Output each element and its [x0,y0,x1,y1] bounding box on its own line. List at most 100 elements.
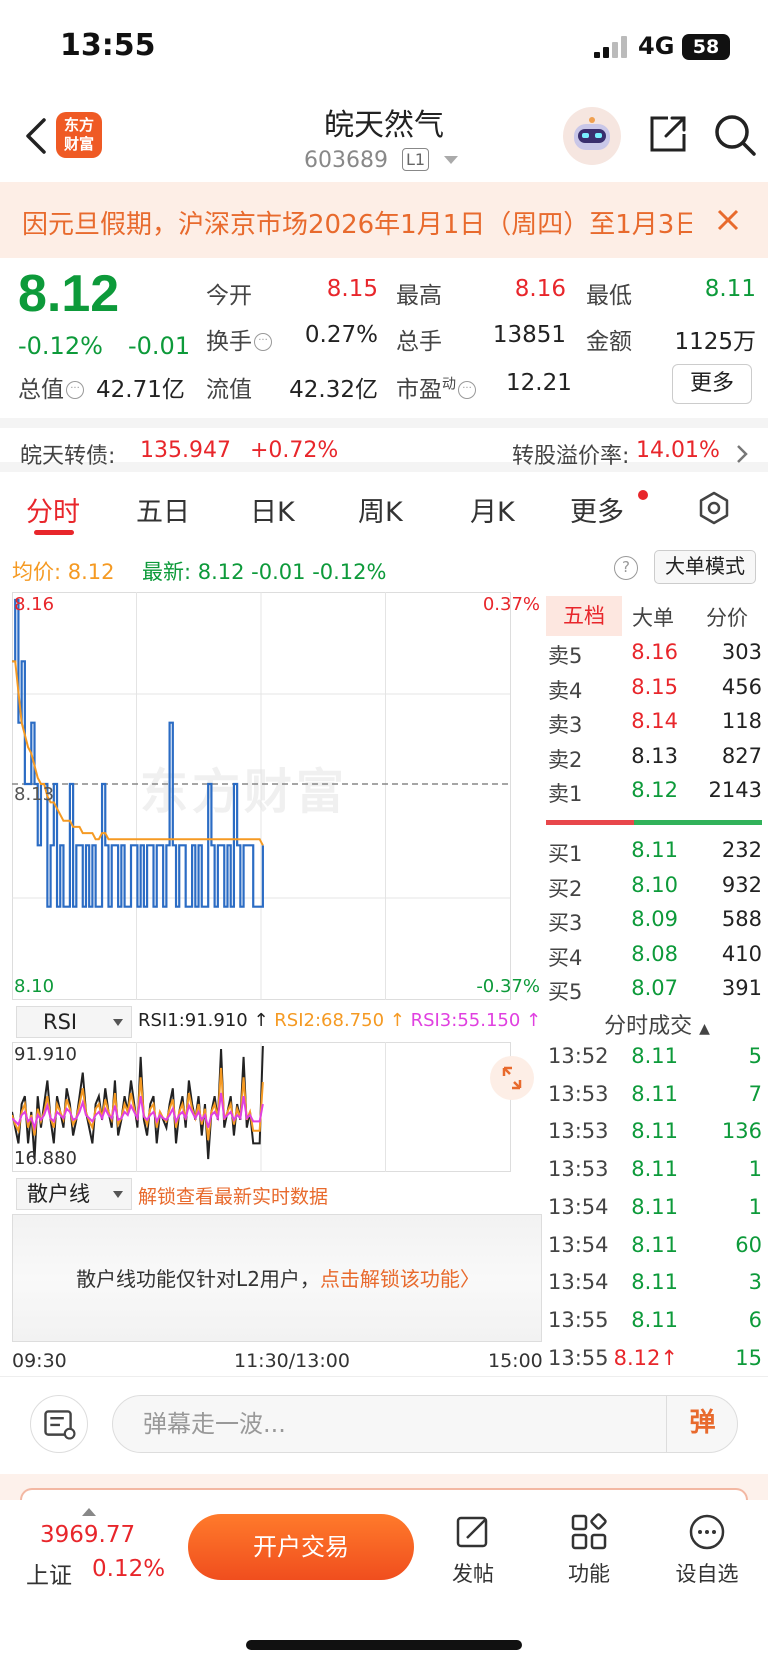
holiday-notice-banner[interactable]: 因元旦假期，沪深京市场2026年1月1日（周四）至1月3日 [0,182,768,258]
tab-intraday[interactable]: 分时 [26,490,80,529]
ask-row[interactable]: 卖1 8.12 2143 [548,778,762,812]
retail-line-select[interactable]: 散户线 [16,1178,132,1210]
tick-price: 8.11 [631,1307,678,1332]
ticks-header[interactable]: 分时成交 ▲ [546,1008,768,1040]
tab-five-day[interactable]: 五日 [136,490,190,529]
tab-more[interactable]: 更多 [570,490,624,529]
ask-volume: 456 [721,674,762,699]
index-change[interactable]: 0.12% [92,1556,165,1582]
chevron-down-icon [113,1019,123,1026]
tab-daily-k[interactable]: 日K [250,490,295,529]
unlock-realtime-link[interactable]: 解锁查看最新实时数据 [138,1182,328,1209]
bid-price: 8.08 [631,941,678,966]
more-button[interactable]: 更多 [672,364,752,404]
nav-add-watchlist[interactable]: 设自选 [662,1512,752,1588]
bid-row[interactable]: 买1 8.11 232 [548,838,762,872]
unlock-feature-link[interactable]: 点击解锁该功能〉 [320,1267,480,1291]
ask-price: 8.14 [631,709,678,733]
float-value-label: 流值 [206,377,252,403]
ask-price: 8.13 [631,743,678,768]
ask-label: 卖5 [548,644,583,668]
tick-time: 13:53 [548,1157,609,1182]
tick-time: 13:54 [548,1194,609,1219]
intraday-chart[interactable]: 东方财富 8.16 8.13 8.10 0.37% -0.37% [12,592,542,1000]
tick-price: 8.12↑ [613,1345,678,1370]
tab-weekly-k[interactable]: 周K [358,490,403,529]
bid-row[interactable]: 买2 8.10 932 [548,873,762,907]
current-price: 8.12 [18,265,120,323]
danmaku-input[interactable]: 弹幕走一波... [112,1395,738,1453]
bid-label: 买3 [548,911,583,935]
bid-row[interactable]: 买4 8.08 410 [548,942,762,976]
tick-time: 13:54 [548,1232,609,1257]
help-icon[interactable]: ? [614,556,638,580]
info-icon[interactable]: ··· [458,381,476,399]
tab-five-levels[interactable]: 五档 [546,596,622,636]
tick-price: 8.11 [631,1157,678,1182]
ask-volume: 827 [721,743,762,768]
danmaku-send-button[interactable]: 弹 [666,1395,738,1453]
bid-volume: 932 [721,872,762,897]
turnover-label: 换手 ··· [206,322,272,356]
tab-big-orders[interactable]: 大单 [632,602,674,632]
big-order-mode-button[interactable]: 大单模式 [654,550,756,584]
convertible-bond-row[interactable]: 皖天转债: 135.947 +0.72% 转股溢价率: 14.01% [0,418,768,472]
bid-label: 买5 [548,980,583,1004]
index-value[interactable]: 3969.77 [40,1522,135,1548]
rsi-values: RSI1:91.910 ↑ RSI2:68.750 ↑ RSI3:55.150 … [138,1010,542,1031]
expand-icon[interactable] [490,1056,534,1100]
y-min-label: 8.10 [14,976,55,997]
bid-row[interactable]: 买5 8.07 391 [548,976,762,1010]
low-value: 8.11 [704,276,756,302]
ask-row[interactable]: 卖2 8.13 827 [548,744,762,778]
amount-value: 1125万 [674,329,756,355]
ask-label: 卖3 [548,713,583,737]
volume-value: 13851 [492,322,566,348]
open-account-trade-button[interactable]: 开户交易 [188,1514,414,1580]
orderbook-tabs: 五档 大单 分价 [546,596,768,636]
bond-premium: 14.01% [636,438,720,463]
tab-monthly-k[interactable]: 月K [470,490,515,529]
tab-active-indicator [34,530,74,535]
ask-price: 8.16 [631,640,678,664]
stock-code[interactable]: 603689 [304,148,388,173]
signal-icon [594,36,628,58]
ask-label: 卖4 [548,678,583,703]
bid-row[interactable]: 买3 8.09 588 [548,907,762,941]
indicator-select[interactable]: RSI [16,1006,132,1038]
close-icon[interactable] [712,204,744,236]
ask-row[interactable]: 卖5 8.16 303 [548,640,762,674]
nav-post[interactable]: 发帖 [428,1512,518,1588]
tab-price-distribution[interactable]: 分价 [706,602,748,632]
gear-icon[interactable] [696,490,732,526]
rsi-chart[interactable]: 91.910 16.880 [12,1042,542,1172]
amount-label: 金额 [586,329,632,355]
tick-price: 8.11 [631,1270,678,1295]
notification-dot [638,490,648,500]
chevron-down-icon[interactable] [444,156,458,164]
bond-change: +0.72% [250,438,339,463]
total-value: 42.71亿 [96,377,185,403]
buy-volume-bar [634,820,762,825]
bid-price: 8.09 [631,907,678,931]
info-icon[interactable]: ··· [66,381,84,399]
share-icon[interactable] [646,112,690,156]
info-icon[interactable]: ··· [254,333,272,351]
caret-up-icon[interactable] [82,1508,96,1516]
search-icon[interactable] [712,112,758,158]
nav-functions[interactable]: 功能 [544,1512,634,1588]
tick-volume: 7 [748,1081,762,1106]
robot-assistant-icon[interactable] [562,106,622,166]
chevron-down-icon [113,1191,123,1198]
ask-row[interactable]: 卖3 8.14 118 [548,709,762,743]
status-time: 13:55 [60,28,156,63]
retail-panel-text: 散户线功能仅针对L2用户，点击解锁该功能〉 [76,1267,480,1291]
bond-label: 皖天转债: [20,444,116,469]
tick-volume: 60 [735,1232,762,1257]
volume-label: 总手 [396,329,442,355]
danmaku-settings-icon[interactable] [30,1395,88,1453]
ask-row[interactable]: 卖4 8.15 456 [548,675,762,709]
ask-volume: 2143 [708,778,762,802]
tick-row: 13:54 8.11 3 [548,1270,762,1306]
index-name[interactable]: 上证 [26,1556,72,1590]
